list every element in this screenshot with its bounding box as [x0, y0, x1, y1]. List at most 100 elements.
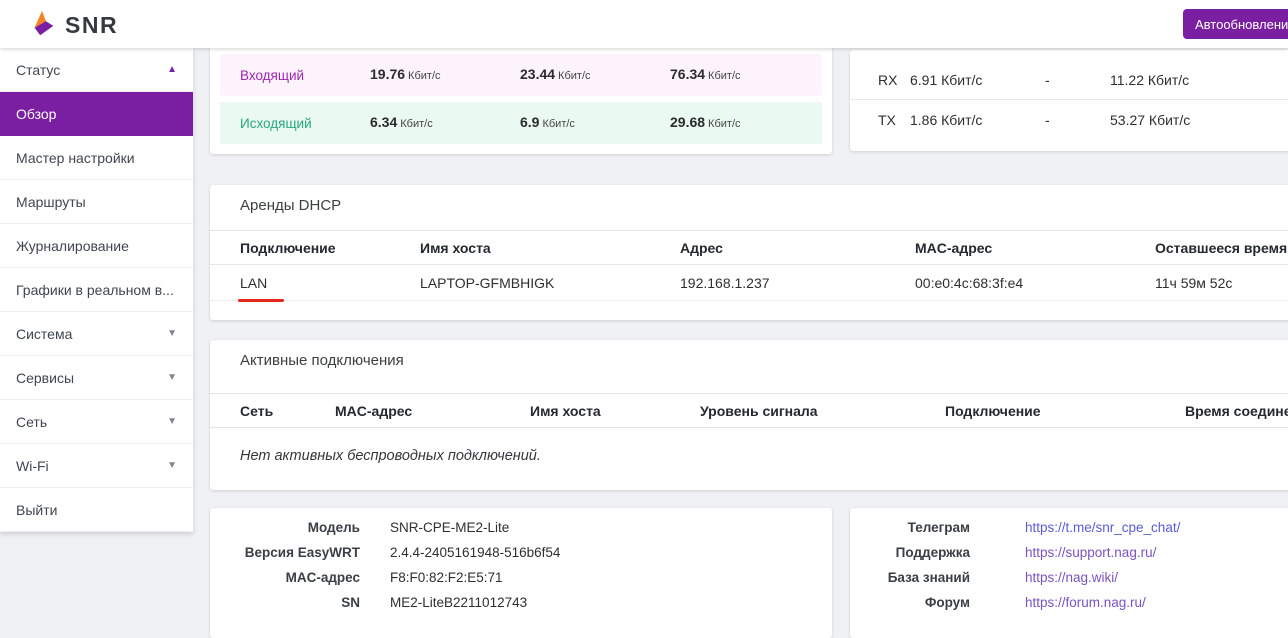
snr-logo-icon [28, 8, 58, 43]
firmware-version-value: 2.4.4-2405161948-516b6f54 [360, 545, 560, 560]
device-mac-value: F8:F0:82:F2:E5:71 [360, 570, 503, 585]
knowledge-base-link[interactable]: https://nag.wiki/ [1025, 570, 1118, 585]
column-header-connection: Подключение [945, 403, 1185, 419]
incoming-label: Входящий [240, 68, 370, 83]
sidebar-item-label: Сервисы [16, 370, 74, 386]
support-link[interactable]: https://support.nag.ru/ [1025, 545, 1156, 560]
sidebar-item-status[interactable]: Статус ▲ [0, 48, 193, 92]
support-label: Поддержка [850, 545, 970, 560]
column-header-connection: Подключение [240, 240, 420, 256]
knowledge-base-link-wrap: https://nag.wiki/ [970, 570, 1118, 585]
sidebar-item-label: Графики в реальном в... [16, 282, 174, 298]
tx-value-1: 1.86 Кбит/с [910, 112, 1045, 128]
sidebar-item-wifi[interactable]: Wi-Fi ▼ [0, 444, 193, 488]
no-connections-message: Нет активных беспроводных подключений. [210, 428, 1288, 464]
device-info-card: Модель SNR-CPE-ME2-Lite Версия EasyWRT 2… [210, 508, 832, 638]
sidebar-item-system[interactable]: Система ▼ [0, 312, 193, 356]
sidebar-item-overview[interactable]: Обзор [0, 92, 193, 136]
red-underline-annotation [238, 299, 284, 302]
rx-value-1: 6.91 Кбит/с [910, 72, 1045, 88]
tx-value-2: 53.27 Кбит/с [1110, 112, 1288, 128]
sidebar-item-routes[interactable]: Маршруты [0, 180, 193, 224]
chevron-down-icon: ▼ [167, 417, 177, 427]
tx-row: TX 1.86 Кбит/с - 53.27 Кбит/с [850, 100, 1288, 140]
device-mac-row: MAC-адрес F8:F0:82:F2:E5:71 [210, 565, 832, 590]
cell-connection: LAN [240, 275, 420, 291]
column-header-address: Адрес [680, 240, 915, 256]
sidebar-item-label: Журналирование [16, 238, 129, 254]
dhcp-table-row: LAN LAPTOP-GFMBHIGK 192.168.1.237 00:e0:… [210, 265, 1288, 301]
chevron-down-icon: ▼ [167, 461, 177, 471]
sidebar: Статус ▲ Обзор Мастер настройки Маршруты… [0, 48, 193, 532]
column-header-uptime: Время соединения [1185, 403, 1288, 419]
serial-number-row: SN ME2-LiteB2211012743 [210, 590, 832, 615]
active-connections-title: Активные подключения [210, 340, 1288, 369]
forum-label: Форум [850, 595, 970, 610]
outgoing-label: Исходящий [240, 116, 370, 131]
sidebar-item-label: Статус [16, 62, 60, 78]
cell-address: 192.168.1.237 [680, 275, 915, 291]
dhcp-card-title: Аренды DHCP [210, 185, 1288, 214]
cell-hostname: LAPTOP-GFMBHIGK [420, 275, 680, 291]
column-header-hostname: Имя хоста [420, 240, 680, 256]
sidebar-item-label: Система [16, 326, 72, 342]
rxtx-stats-card: RX 6.91 Кбит/с - 11.22 Кбит/с TX 1.86 Кб… [850, 50, 1288, 151]
sidebar-item-services[interactable]: Сервисы ▼ [0, 356, 193, 400]
forum-link-wrap: https://forum.nag.ru/ [970, 595, 1146, 610]
column-header-mac: MAC-адрес [915, 240, 1155, 256]
top-header: SNR Автообновление в [0, 0, 1288, 48]
sidebar-item-label: Выйти [16, 502, 57, 518]
column-header-lease-time: Оставшееся время [1155, 240, 1288, 256]
connections-table-header: Сеть MAC-адрес Имя хоста Уровень сигнала… [210, 393, 1288, 428]
chevron-down-icon: ▼ [167, 329, 177, 339]
column-header-hostname: Имя хоста [530, 403, 700, 419]
column-header-network: Сеть [240, 403, 335, 419]
autorefresh-button[interactable]: Автообновление в [1183, 9, 1288, 39]
column-header-signal: Уровень сигнала [700, 403, 945, 419]
firmware-version-label: Версия EasyWRT [210, 545, 360, 560]
sidebar-item-label: Маршруты [16, 194, 86, 210]
outgoing-traffic-row: Исходящий 6.34Кбит/с 6.9Кбит/с 29.68Кбит… [220, 102, 822, 144]
telegram-label: Телеграм [850, 520, 970, 535]
sidebar-item-label: Сеть [16, 414, 47, 430]
sidebar-item-network[interactable]: Сеть ▼ [0, 400, 193, 444]
traffic-summary-card: Входящий 19.76Кбит/с 23.44Кбит/с 76.34Кб… [210, 46, 832, 154]
forum-row: Форум https://forum.nag.ru/ [850, 590, 1288, 615]
incoming-traffic-row: Входящий 19.76Кбит/с 23.44Кбит/с 76.34Кб… [220, 54, 822, 96]
support-link-wrap: https://support.nag.ru/ [970, 545, 1156, 560]
firmware-version-row: Версия EasyWRT 2.4.4-2405161948-516b6f54 [210, 540, 832, 565]
forum-link[interactable]: https://forum.nag.ru/ [1025, 595, 1146, 610]
rx-row: RX 6.91 Кбит/с - 11.22 Кбит/с [850, 60, 1288, 100]
sidebar-item-label: Обзор [16, 106, 56, 122]
tx-dash: - [1045, 112, 1110, 128]
telegram-link-wrap: https://t.me/snr_cpe_chat/ [970, 520, 1180, 535]
knowledge-base-label: База знаний [850, 570, 970, 585]
sidebar-item-realtime-graphs[interactable]: Графики в реальном в... [0, 268, 193, 312]
logo-text: SNR [65, 12, 118, 39]
serial-number-label: SN [210, 595, 360, 610]
sidebar-item-label: Мастер настройки [16, 150, 135, 166]
chevron-down-icon: ▼ [167, 373, 177, 383]
knowledge-base-row: База знаний https://nag.wiki/ [850, 565, 1288, 590]
rx-label: RX [878, 72, 910, 88]
sidebar-item-setup-wizard[interactable]: Мастер настройки [0, 136, 193, 180]
support-row: Поддержка https://support.nag.ru/ [850, 540, 1288, 565]
sidebar-item-logout[interactable]: Выйти [0, 488, 193, 532]
outgoing-value-3: 29.68Кбит/с [670, 114, 822, 132]
outgoing-value-2: 6.9Кбит/с [520, 114, 670, 132]
telegram-link[interactable]: https://t.me/snr_cpe_chat/ [1025, 520, 1180, 535]
cell-mac: 00:e0:4c:68:3f:e4 [915, 275, 1155, 291]
rx-value-2: 11.22 Кбит/с [1110, 72, 1288, 88]
snr-logo[interactable]: SNR [28, 8, 118, 43]
sidebar-item-logging[interactable]: Журналирование [0, 224, 193, 268]
incoming-value-2: 23.44Кбит/с [520, 66, 670, 84]
dhcp-leases-card: Аренды DHCP Подключение Имя хоста Адрес … [210, 185, 1288, 320]
outgoing-value-1: 6.34Кбит/с [370, 114, 520, 132]
device-model-label: Модель [210, 520, 360, 535]
sidebar-item-label: Wi-Fi [16, 458, 49, 474]
chevron-up-icon: ▲ [167, 65, 177, 75]
dhcp-table-header: Подключение Имя хоста Адрес MAC-адрес Ос… [210, 230, 1288, 265]
active-connections-card: Активные подключения Сеть MAC-адрес Имя … [210, 340, 1288, 490]
device-model-value: SNR-CPE-ME2-Lite [360, 520, 509, 535]
column-header-mac: MAC-адрес [335, 403, 530, 419]
